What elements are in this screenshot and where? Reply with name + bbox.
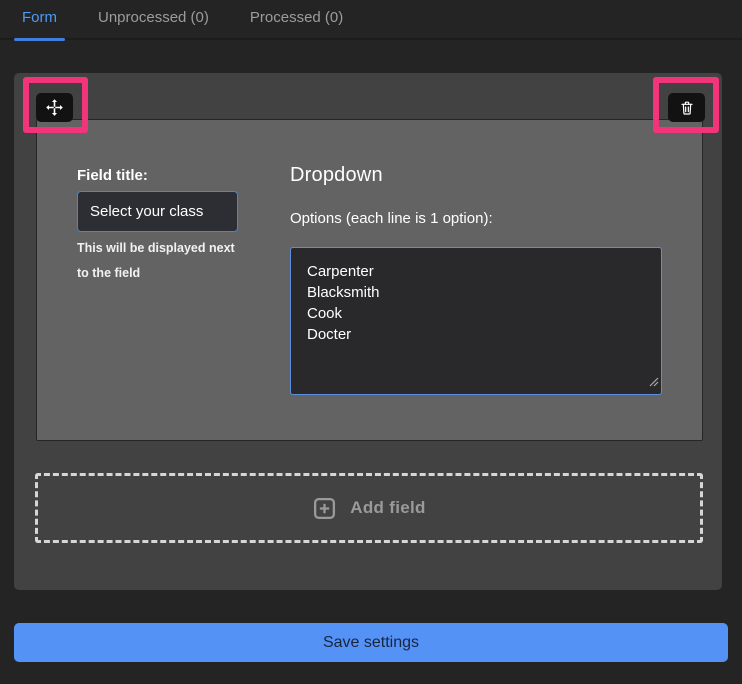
options-label: Options (each line is 1 option): [290, 210, 493, 227]
options-textarea-wrap: Carpenter Blacksmith Cook Docter [290, 247, 662, 395]
plus-square-icon [312, 496, 337, 521]
trash-icon [679, 100, 695, 116]
options-textarea[interactable]: Carpenter Blacksmith Cook Docter [290, 247, 662, 395]
save-settings-button[interactable]: Save settings [14, 623, 728, 662]
move-field-button[interactable] [36, 93, 73, 122]
field-title-help-text: This will be displayed next to the field [77, 241, 235, 280]
tab-bar: Form Unprocessed (0) Processed (0) [0, 0, 742, 41]
tab-form[interactable]: Form [14, 0, 65, 41]
add-field-label: Add field [350, 498, 426, 517]
move-icon [45, 98, 64, 117]
field-editor-card: Field title: This will be displayed next… [36, 119, 703, 441]
delete-field-button[interactable] [668, 93, 705, 122]
tab-unprocessed[interactable]: Unprocessed (0) [90, 0, 217, 39]
tab-processed[interactable]: Processed (0) [242, 0, 351, 39]
field-title-label: Field title: [77, 167, 148, 184]
field-title-input[interactable] [77, 191, 238, 232]
form-builder-panel: Field title: This will be displayed next… [14, 73, 722, 590]
add-field-button[interactable]: Add field [35, 473, 703, 543]
field-type-heading: Dropdown [290, 164, 383, 186]
